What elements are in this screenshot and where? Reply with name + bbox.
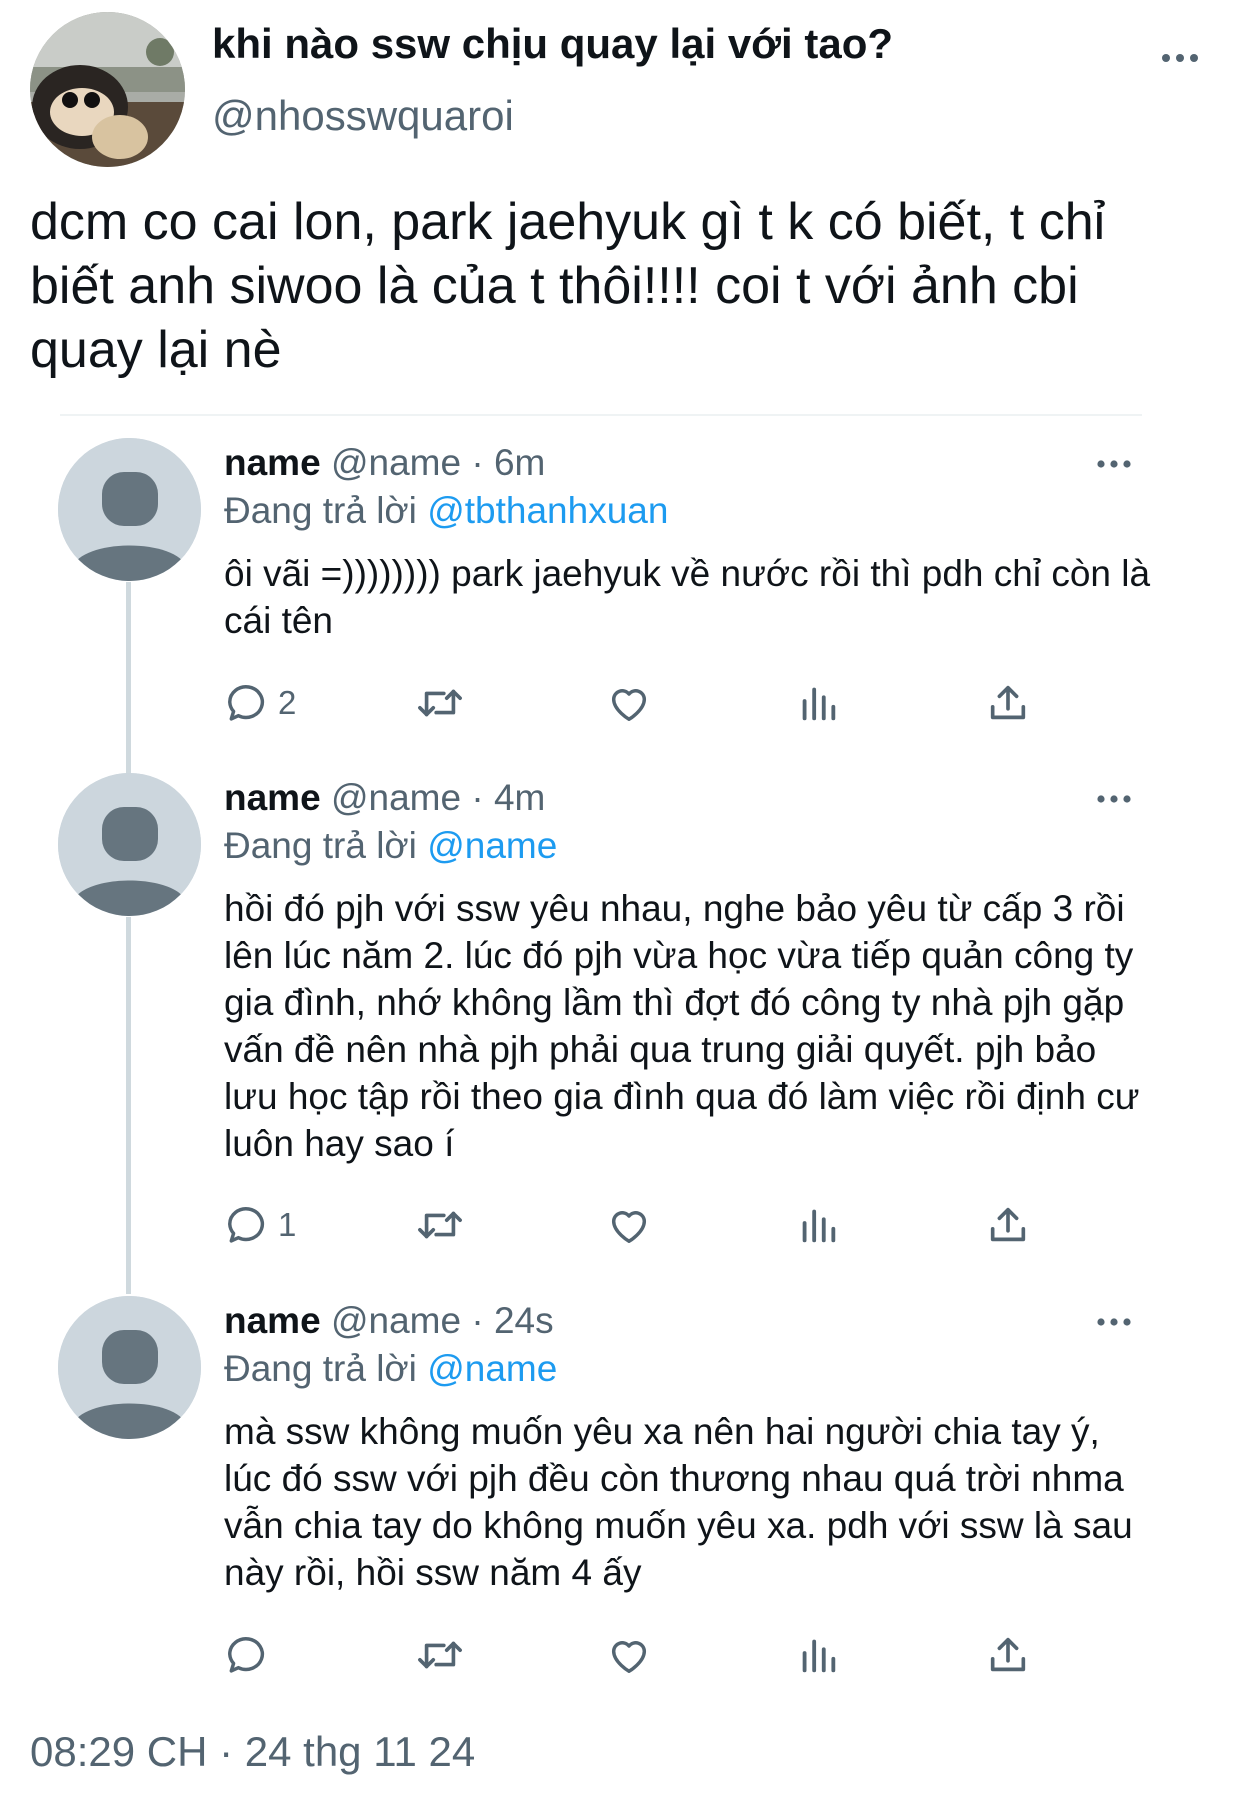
retweet-icon (418, 1641, 462, 1669)
reply-button[interactable]: 2 (224, 678, 296, 728)
replying-to: Đang trả lời @name (224, 825, 557, 867)
share-icon (990, 685, 1026, 720)
reply-count: 2 (278, 684, 297, 721)
replying-to-mention[interactable]: @tbthanhxuan (427, 490, 668, 531)
retweet-icon (418, 689, 462, 717)
thread-connector-line (126, 917, 131, 1294)
reply-text: mà ssw không muốn yêu xa nên hai người c… (224, 1411, 1133, 1593)
more-options-button[interactable] (1150, 38, 1210, 78)
share-button[interactable] (985, 678, 1031, 728)
share-icon (990, 1207, 1026, 1242)
speech-bubble-icon (228, 1207, 265, 1243)
default-avatar-icon (58, 1296, 201, 1439)
views-button[interactable] (795, 1200, 841, 1250)
heart-icon (611, 1641, 647, 1674)
more-dots-icon (1097, 1318, 1131, 1326)
reply-time: · 24s (471, 1300, 554, 1341)
share-icon (990, 1637, 1026, 1672)
bar-chart-icon (802, 1209, 836, 1243)
reply-header: name @name · 4m (224, 777, 545, 819)
reply-text: ôi vãi =)))))))) park jaehyuk về nước rồ… (224, 553, 1151, 641)
tweet-timestamp[interactable]: 08:29 CH · 24 thg 11 24 (30, 1728, 475, 1776)
reply-author-handle[interactable]: @name (331, 442, 461, 483)
bar-chart-icon (802, 687, 836, 721)
replying-to-mention[interactable]: @name (427, 825, 557, 866)
share-button[interactable] (985, 1200, 1031, 1250)
divider (60, 414, 1142, 416)
reply-avatar[interactable] (58, 1296, 201, 1439)
reply-author-handle[interactable]: @name (331, 777, 461, 818)
retweet-button[interactable] (414, 1200, 466, 1250)
views-button[interactable] (795, 678, 841, 728)
replying-to-label: Đang trả lời (224, 490, 417, 531)
retweet-button[interactable] (414, 1630, 466, 1680)
author-display-name[interactable]: khi nào ssw chịu quay lại với tao? (212, 20, 893, 68)
speech-bubble-icon (228, 685, 265, 721)
thread-connector-line (126, 582, 131, 774)
more-dots-icon (1097, 460, 1131, 468)
reply-time: · 6m (471, 442, 546, 483)
reply-avatar[interactable] (58, 773, 201, 916)
replying-to: Đang trả lời @name (224, 1348, 557, 1390)
like-button[interactable] (606, 1630, 652, 1680)
reply-time: · 4m (471, 777, 546, 818)
tweet-text: dcm co cai lon, park jaehyuk gì t k có b… (30, 193, 1106, 379)
retweet-button[interactable] (414, 678, 466, 728)
reply-author-name[interactable]: name (224, 777, 321, 818)
profile-photo-icon (30, 12, 185, 167)
reply-more-options-button[interactable] (1090, 449, 1138, 479)
reply-count: 1 (278, 1206, 297, 1243)
reply-text: hồi đó pjh với ssw yêu nhau, nghe bảo yê… (224, 888, 1140, 1164)
reply-avatar[interactable] (58, 438, 201, 581)
replying-to-label: Đang trả lời (224, 1348, 417, 1389)
author-handle[interactable]: @nhosswquaroi (212, 92, 514, 140)
like-button[interactable] (606, 678, 652, 728)
profile-avatar[interactable] (30, 12, 185, 167)
views-button[interactable] (795, 1630, 841, 1680)
reply-header: name @name · 6m (224, 442, 545, 484)
replying-to: Đang trả lời @tbthanhxuan (224, 490, 668, 532)
reply-more-options-button[interactable] (1090, 784, 1138, 814)
reply-author-handle[interactable]: @name (331, 1300, 461, 1341)
share-button[interactable] (985, 1630, 1031, 1680)
reply-author-name[interactable]: name (224, 442, 321, 483)
replying-to-mention[interactable]: @name (427, 1348, 557, 1389)
reply-header: name @name · 24s (224, 1300, 554, 1342)
bar-chart-icon (802, 1639, 836, 1673)
reply-author-name[interactable]: name (224, 1300, 321, 1341)
more-dots-icon (1097, 795, 1131, 803)
speech-bubble-icon (228, 1637, 265, 1673)
default-avatar-icon (58, 773, 201, 916)
heart-icon (611, 1211, 647, 1244)
reply-button[interactable] (224, 1630, 278, 1680)
default-avatar-icon (58, 438, 201, 581)
heart-icon (611, 689, 647, 722)
reply-more-options-button[interactable] (1090, 1307, 1138, 1337)
reply-button[interactable]: 1 (224, 1200, 296, 1250)
like-button[interactable] (606, 1200, 652, 1250)
retweet-icon (418, 1211, 462, 1239)
replying-to-label: Đang trả lời (224, 825, 417, 866)
more-dots-icon (1162, 54, 1198, 62)
